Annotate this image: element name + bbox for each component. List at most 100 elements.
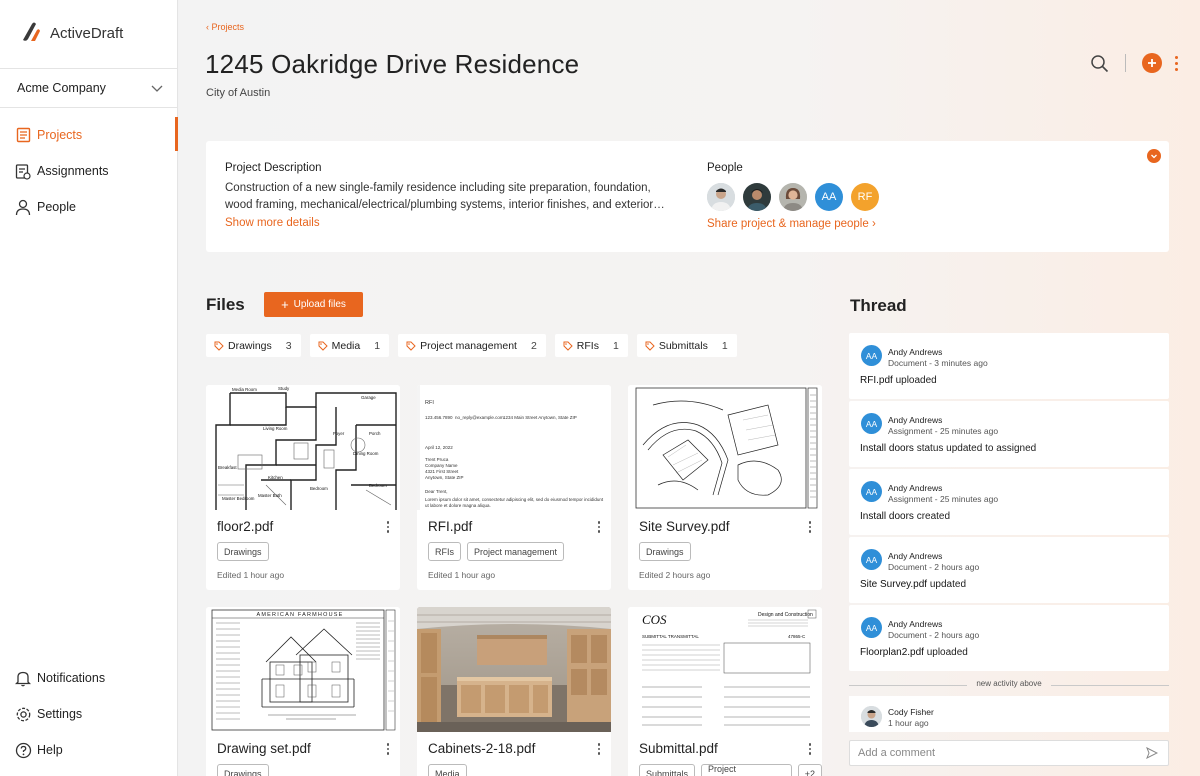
file-name[interactable]: Site Survey.pdf bbox=[639, 519, 730, 534]
filter-chip-project-management[interactable]: Project management 2 bbox=[398, 334, 546, 357]
sidebar-item-people[interactable]: People bbox=[0, 189, 178, 225]
sidebar-item-notifications[interactable]: Notifications bbox=[0, 660, 178, 696]
avatar[interactable] bbox=[707, 183, 735, 211]
file-card[interactable]: Site Survey.pdf Drawings Edited 2 hours … bbox=[628, 385, 822, 590]
event-action: updated bbox=[927, 579, 967, 590]
sidebar-item-help[interactable]: Help bbox=[0, 732, 178, 768]
file-name[interactable]: RFI.pdf bbox=[428, 519, 472, 534]
room-label: Master Bedroom bbox=[222, 496, 255, 501]
event-subject[interactable]: Install doors bbox=[860, 443, 914, 454]
file-more-icon[interactable] bbox=[808, 743, 811, 755]
chip-count: 2 bbox=[530, 339, 537, 352]
avatar[interactable] bbox=[779, 183, 807, 211]
file-tag[interactable]: Project management bbox=[467, 542, 565, 561]
collapse-button[interactable] bbox=[1147, 149, 1161, 163]
event-subject[interactable]: Site Survey.pdf bbox=[860, 579, 927, 590]
event-subject[interactable]: Install doors bbox=[860, 511, 914, 522]
sidebar-item-label: Help bbox=[37, 743, 63, 757]
room-label: Master Bath bbox=[258, 493, 282, 498]
show-more-link[interactable]: Show more details bbox=[225, 217, 320, 229]
rfi-body: Lorem ipsum dolor sit amet, consectetur … bbox=[425, 497, 604, 508]
send-icon[interactable] bbox=[1146, 747, 1158, 759]
room-label: Foyer bbox=[333, 431, 345, 436]
file-tag[interactable]: Drawings bbox=[639, 542, 691, 561]
file-card[interactable]: Media Room Study Garage Living Room Foye… bbox=[206, 385, 400, 590]
company-switcher[interactable]: Acme Company bbox=[0, 68, 178, 108]
file-name[interactable]: Drawing set.pdf bbox=[217, 741, 311, 756]
file-more-icon[interactable] bbox=[808, 521, 811, 533]
breadcrumb[interactable]: ‹ Projects bbox=[206, 22, 244, 32]
event-meta: Assignment - 25 minutes ago bbox=[888, 426, 999, 436]
chip-label: Project management bbox=[420, 339, 517, 352]
file-card[interactable]: Cabinets-2-18.pdf Media bbox=[417, 607, 611, 776]
avatar-initials: AA bbox=[861, 617, 882, 638]
file-thumbnail[interactable]: Media Room Study Garage Living Room Foye… bbox=[206, 385, 400, 510]
file-more-icon[interactable] bbox=[597, 743, 600, 755]
sidebar-item-settings[interactable]: Settings bbox=[0, 696, 178, 732]
header-actions bbox=[1090, 53, 1178, 73]
sidebar-item-projects[interactable]: Projects bbox=[0, 117, 178, 153]
avatar-initials: AA bbox=[861, 481, 882, 502]
file-tag[interactable]: Submittals bbox=[639, 764, 696, 776]
file-name[interactable]: Cabinets-2-18.pdf bbox=[428, 741, 535, 756]
file-more-icon[interactable] bbox=[386, 743, 389, 755]
file-card[interactable]: AMERICAN FARMHOUSE Drawing set.pdf Drawi… bbox=[206, 607, 400, 776]
rfi-address: 1234 Main Street Anytown, State ZIP bbox=[503, 415, 577, 420]
avatar-initials[interactable]: AA bbox=[815, 183, 843, 211]
file-more-icon[interactable] bbox=[597, 521, 600, 533]
event-subject[interactable]: RFI.pdf bbox=[860, 375, 893, 386]
upload-files-button[interactable]: + Upload files bbox=[264, 292, 363, 317]
room-label: Dining Room bbox=[353, 451, 379, 456]
thread-event[interactable]: AA Andy Andrews Assignment - 25 minutes … bbox=[849, 401, 1169, 467]
rfi-to: Anytown, State ZIP bbox=[425, 475, 464, 480]
brand-logo[interactable]: ActiveDraft bbox=[18, 20, 123, 46]
file-tag[interactable]: RFIs bbox=[428, 542, 461, 561]
room-label: Porch bbox=[369, 431, 381, 436]
chevron-down-icon bbox=[1151, 154, 1157, 159]
file-thumbnail[interactable] bbox=[417, 607, 611, 732]
thread-event[interactable]: AA Andy Andrews Assignment - 25 minutes … bbox=[849, 469, 1169, 535]
submittal-logo: COS bbox=[642, 612, 667, 627]
sidebar-item-label: Projects bbox=[37, 128, 83, 142]
file-name[interactable]: floor2.pdf bbox=[217, 519, 273, 534]
file-thumbnail[interactable]: COS Design and Construction SUBMITTAL TR… bbox=[628, 607, 822, 732]
file-tag[interactable]: Project management bbox=[701, 764, 792, 776]
more-options-icon[interactable] bbox=[1175, 55, 1178, 71]
thread-event[interactable]: AA Andy Andrews Document - 2 hours ago S… bbox=[849, 537, 1169, 603]
file-card[interactable]: COS Design and Construction SUBMITTAL TR… bbox=[628, 607, 822, 776]
search-icon[interactable] bbox=[1090, 54, 1109, 73]
event-subject[interactable]: Floorplan2.pdf bbox=[860, 647, 924, 658]
avatar-initials[interactable]: RF bbox=[851, 183, 879, 211]
comment-input[interactable] bbox=[850, 741, 1140, 765]
bell-icon bbox=[14, 669, 32, 687]
file-thumbnail[interactable] bbox=[628, 385, 822, 510]
filter-chip-drawings[interactable]: Drawings 3 bbox=[206, 334, 301, 357]
file-thumbnail[interactable]: AMERICAN FARMHOUSE bbox=[206, 607, 400, 732]
submittal-project-no: 47865-C bbox=[788, 634, 806, 639]
room-label: Bedroom bbox=[310, 486, 328, 491]
tag-icon bbox=[214, 341, 224, 351]
file-tag[interactable]: Drawings bbox=[217, 542, 269, 561]
file-card[interactable]: RFI 123.456.7890 no_reply@example.com 12… bbox=[417, 385, 611, 590]
thread-event[interactable]: AA Andy Andrews Document - 3 minutes ago… bbox=[849, 333, 1169, 399]
filter-chip-submittals[interactable]: Submittals 1 bbox=[636, 334, 737, 357]
file-thumbnail[interactable]: RFI 123.456.7890 no_reply@example.com 12… bbox=[417, 385, 611, 510]
file-tag[interactable]: Media bbox=[428, 764, 467, 776]
sidebar-item-assignments[interactable]: Assignments bbox=[0, 153, 178, 189]
thread-event[interactable]: Cody Fisher 1 hour ago bbox=[849, 696, 1169, 732]
chip-label: Media bbox=[331, 339, 361, 352]
filter-chip-rfis[interactable]: RFIs 1 bbox=[554, 334, 628, 357]
file-name[interactable]: Submittal.pdf bbox=[639, 741, 718, 756]
room-label: Living Room bbox=[263, 426, 288, 431]
avatar[interactable] bbox=[743, 183, 771, 211]
thread-event[interactable]: AA Andy Andrews Document - 2 hours ago F… bbox=[849, 605, 1169, 671]
file-tag-overflow[interactable]: +2 bbox=[797, 764, 822, 776]
filter-chip-media[interactable]: Media 1 bbox=[309, 334, 390, 357]
event-action: created bbox=[913, 511, 951, 522]
add-button[interactable] bbox=[1142, 53, 1162, 73]
file-tag[interactable]: Drawings bbox=[217, 764, 269, 776]
file-more-icon[interactable] bbox=[386, 521, 389, 533]
file-tags: Drawings bbox=[217, 764, 269, 776]
share-project-link[interactable]: Share project & manage people › bbox=[707, 218, 876, 230]
description-label: Project Description bbox=[225, 162, 322, 174]
